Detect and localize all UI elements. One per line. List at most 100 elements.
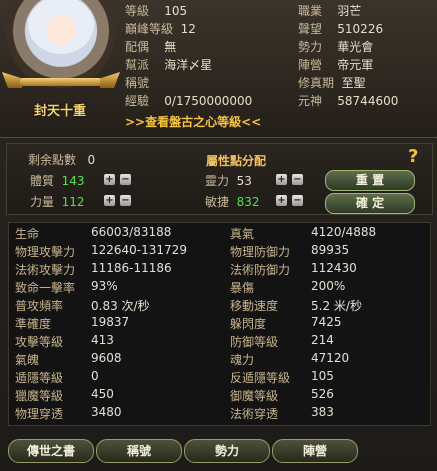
stat-spirit: 靈力 53 xyxy=(205,172,252,189)
character-header: 封天十重 等級 105 巔峰等級 12 配偶 無 幫派 海洋〆星 稱號 經驗 0… xyxy=(0,0,437,138)
stat-name: 魂力 xyxy=(230,353,255,367)
info-value: 羽芒 xyxy=(337,4,362,18)
spirit-minus-button[interactable]: − xyxy=(292,174,303,185)
remaining-value: 0 xyxy=(87,153,96,167)
info-value: 0/1750000000 xyxy=(164,94,253,108)
table-row: 準確度 19837 躲閃度 7425 xyxy=(9,313,430,331)
stat-name: 氣魄 xyxy=(15,353,40,367)
stat-value: 93% xyxy=(91,279,118,293)
stat-name: 真氣 xyxy=(230,227,255,241)
info-label: 稱號 xyxy=(125,76,150,90)
pangu-heart-link[interactable]: >>查看盤古之心等級<< xyxy=(125,113,261,130)
table-row: 攻擊等級 413 防御等級 214 xyxy=(9,331,430,349)
stat-value: 413 xyxy=(91,333,114,347)
help-icon[interactable]: ? xyxy=(408,146,418,167)
info-value: 帝元軍 xyxy=(337,58,374,72)
table-row: 氣魄 9608 魂力 47120 xyxy=(9,349,430,367)
stat-value: 9608 xyxy=(91,351,122,365)
info-label: 等級 xyxy=(125,4,150,18)
tab-titles[interactable]: 稱號 xyxy=(96,439,182,463)
info-value: 510226 xyxy=(337,22,384,36)
info-spouse: 配偶 無 xyxy=(125,38,176,55)
strength-plus-button[interactable]: + xyxy=(104,195,115,206)
spirit-plus-button[interactable]: + xyxy=(276,174,287,185)
stat-value: 53 xyxy=(236,174,252,188)
tab-faction[interactable]: 勢力 xyxy=(184,439,270,463)
stat-value: 0.83 次/秒 xyxy=(91,299,150,313)
stat-name: 法術穿透 xyxy=(230,407,279,421)
info-camp: 陣營 帝元軍 xyxy=(298,56,373,73)
stat-value: 526 xyxy=(311,387,334,401)
constitution-plus-button[interactable]: + xyxy=(104,174,115,185)
info-label: 陣營 xyxy=(298,58,323,72)
stat-name: 御魔等級 xyxy=(230,389,279,403)
stat-value: 0 xyxy=(91,369,99,383)
character-panel: 封天十重 等級 105 巔峰等級 12 配偶 無 幫派 海洋〆星 稱號 經驗 0… xyxy=(0,0,437,471)
remaining-points: 剩余點數 0 xyxy=(28,151,95,168)
stat-value: 7425 xyxy=(311,315,342,329)
info-reputation: 聲望 510226 xyxy=(298,20,383,37)
info-title: 稱號 xyxy=(125,74,164,91)
stat-name: 遁隱等級 xyxy=(15,371,64,385)
info-level: 等級 105 xyxy=(125,2,187,19)
avatar-face xyxy=(28,0,94,54)
stat-value: 832 xyxy=(236,195,260,209)
confirm-button[interactable]: 確 定 xyxy=(325,193,415,214)
table-row: 致命一擊率 93% 暴傷 200% xyxy=(9,277,430,295)
info-label: 巔峰等級 xyxy=(125,22,174,36)
stat-value: 3480 xyxy=(91,405,122,419)
stat-name: 法術防御力 xyxy=(230,263,291,277)
info-exp: 經驗 0/1750000000 xyxy=(125,92,252,109)
stat-value: 105 xyxy=(311,369,334,383)
info-value: 105 xyxy=(164,4,188,18)
stat-value: 214 xyxy=(311,333,334,347)
info-value: 58744600 xyxy=(337,94,399,108)
info-cultivation: 修真期 至聖 xyxy=(298,74,366,91)
tab-camp[interactable]: 陣營 xyxy=(272,439,358,463)
tab-legend-book[interactable]: 傳世之書 xyxy=(8,439,94,463)
stat-value: 47120 xyxy=(311,351,350,365)
info-value: 海洋〆星 xyxy=(164,58,213,72)
stat-name: 獵魔等級 xyxy=(15,389,64,403)
table-row: 普攻頻率 0.83 次/秒 移動速度 5.2 米/秒 xyxy=(9,295,430,313)
stat-value: 5.2 米/秒 xyxy=(311,299,362,313)
reset-button[interactable]: 重 置 xyxy=(325,170,415,191)
frame-left-wing-icon xyxy=(2,72,22,88)
remaining-label: 剩余點數 xyxy=(28,153,77,167)
stats-table: 生命 66003/83188 真氣 4120/4888 物理攻擊力 122640… xyxy=(8,222,431,426)
table-row: 法術攻擊力 11186-11186 法術防御力 112430 xyxy=(9,259,430,277)
stat-constitution: 體質 143 xyxy=(30,172,85,189)
stat-name: 反遁隱等級 xyxy=(230,371,291,385)
stat-value: 66003/83188 xyxy=(91,225,172,239)
stat-name: 攻擊等級 xyxy=(15,335,64,349)
table-row: 獵魔等級 450 御魔等級 526 xyxy=(9,385,430,403)
info-label: 修真期 xyxy=(298,76,335,90)
stat-name: 普攻頻率 xyxy=(15,299,64,313)
info-class: 職業 羽芒 xyxy=(298,2,361,19)
info-value: 無 xyxy=(164,40,177,54)
info-label: 配偶 xyxy=(125,40,150,54)
table-row: 物理攻擊力 122640-131729 物理防御力 89935 xyxy=(9,241,430,259)
table-row: 物理穿透 3480 法術穿透 383 xyxy=(9,403,430,421)
stat-label: 靈力 xyxy=(205,174,230,188)
stat-name: 物理防御力 xyxy=(230,245,291,259)
stat-value: 89935 xyxy=(311,243,350,257)
info-spirit: 元神 58744600 xyxy=(298,92,398,109)
stat-value: 112 xyxy=(61,195,85,209)
stat-name: 生命 xyxy=(15,227,40,241)
stat-value: 112430 xyxy=(311,261,357,275)
info-value: 華光會 xyxy=(337,40,374,54)
portrait-frame-ornament xyxy=(2,70,120,90)
agility-plus-button[interactable]: + xyxy=(276,195,287,206)
info-label: 經驗 xyxy=(125,94,150,108)
table-row: 遁隱等級 0 反遁隱等級 105 xyxy=(9,367,430,385)
agility-minus-button[interactable]: − xyxy=(292,195,303,206)
stat-strength: 力量 112 xyxy=(30,193,85,210)
stat-agility: 敏捷 832 xyxy=(205,193,260,210)
stat-name: 致命一擊率 xyxy=(15,281,76,295)
stat-value: 122640-131729 xyxy=(91,243,187,257)
constitution-minus-button[interactable]: − xyxy=(120,174,131,185)
stat-name: 準確度 xyxy=(15,317,52,331)
strength-minus-button[interactable]: − xyxy=(120,195,131,206)
stat-value: 450 xyxy=(91,387,114,401)
